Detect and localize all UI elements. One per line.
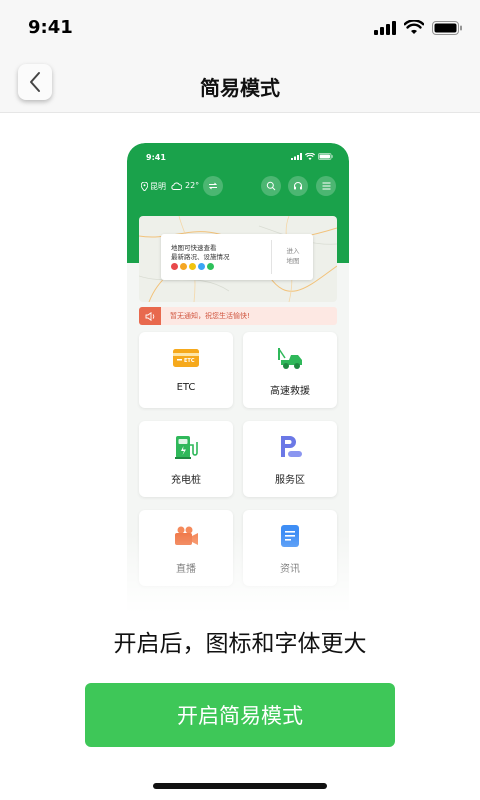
charging-pile-icon (175, 436, 198, 459)
facility-dot (198, 263, 205, 270)
preview-location: 昆明 (141, 181, 166, 192)
tile-etc: ETC ETC (139, 332, 233, 408)
notice-text: 暂无通知，祝您生活愉快! (170, 312, 250, 320)
etc-card-icon: ETC (173, 349, 199, 367)
menu-icon (322, 182, 330, 190)
battery-icon (432, 20, 462, 35)
facility-dot (171, 263, 178, 270)
tow-truck-icon (278, 348, 302, 369)
preview-map: 地图可快速查看 最新路况、设施情况 进入 地图 (139, 216, 337, 302)
search-icon (266, 181, 276, 191)
speaker-icon (145, 311, 154, 321)
preview-menu-button (316, 176, 336, 196)
facility-dot (180, 263, 187, 270)
headset-icon (294, 182, 302, 190)
preview-notice-bar: 暂无通知，祝您生活愉快! (139, 307, 337, 325)
status-bar: 9:41 (0, 0, 480, 56)
preview-signal-icon (291, 153, 302, 160)
tile-service-area: 服务区 (243, 421, 337, 497)
nav-bar: 简易模式 (0, 56, 480, 113)
preview-swap-button (203, 176, 223, 196)
facility-dots (171, 263, 214, 270)
swap-icon (208, 182, 218, 190)
preview-battery-icon (318, 153, 333, 160)
wifi-icon (404, 20, 424, 34)
preview-support-button (288, 176, 308, 196)
enter-map-link: 进入 地图 (286, 247, 300, 265)
map-tip-card: 地图可快速查看 最新路况、设施情况 进入 地图 (161, 234, 313, 280)
status-time: 9:41 (28, 17, 73, 38)
preview-time: 9:41 (146, 153, 166, 162)
tile-highway-rescue: 高速救援 (243, 332, 337, 408)
mode-description: 开启后，图标和字体更大 (113, 631, 367, 657)
enable-simple-mode-button[interactable]: 开启简易模式 (85, 683, 395, 747)
service-area-icon (281, 436, 302, 457)
facility-dot (207, 263, 214, 270)
home-indicator[interactable] (153, 783, 327, 789)
facility-dot (189, 263, 196, 270)
simple-mode-preview: 9:41 昆明 22° 地图可快速查看 最新路况、设施情况 进入 地图 暂无通知… (127, 143, 349, 613)
svg-text:ETC: ETC (184, 358, 195, 364)
preview-weather: 22° (171, 181, 199, 190)
signal-icon (374, 20, 396, 35)
location-pin-icon (141, 182, 148, 191)
cloud-icon (171, 182, 182, 190)
preview-wifi-icon (305, 153, 315, 160)
tile-charging-pile: 充电桩 (139, 421, 233, 497)
preview-search-button (261, 176, 281, 196)
page-title: 简易模式 (200, 76, 280, 100)
